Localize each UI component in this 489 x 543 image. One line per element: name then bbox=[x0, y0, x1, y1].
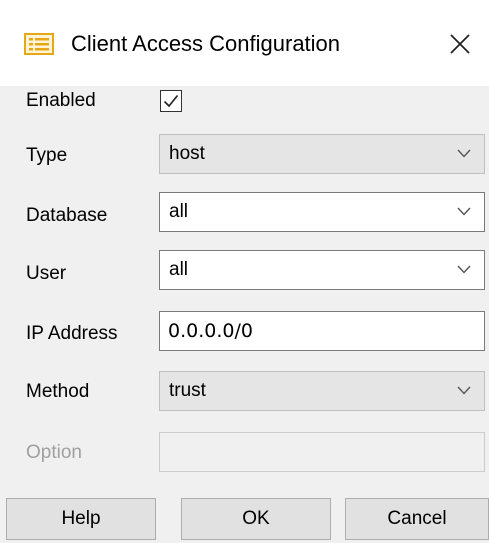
enabled-label: Enabled bbox=[26, 90, 96, 111]
cancel-button[interactable]: Cancel bbox=[345, 498, 489, 540]
chevron-down-icon bbox=[457, 149, 471, 158]
database-combobox[interactable]: all bbox=[159, 192, 485, 232]
database-label: Database bbox=[26, 205, 108, 226]
title-bar: Client Access Configuration bbox=[0, 0, 489, 86]
checkmark-icon bbox=[163, 94, 179, 108]
enabled-checkbox[interactable] bbox=[160, 90, 182, 112]
ip-address-label: IP Address bbox=[26, 323, 118, 344]
help-button[interactable]: Help bbox=[6, 498, 156, 540]
type-select[interactable]: host bbox=[159, 134, 485, 174]
method-value: trust bbox=[169, 380, 206, 401]
close-button[interactable] bbox=[440, 26, 480, 62]
close-icon bbox=[450, 34, 470, 54]
type-label: Type bbox=[26, 145, 68, 166]
ip-address-input[interactable]: 0.0.0.0/0 bbox=[159, 311, 485, 351]
list-document-icon bbox=[24, 33, 54, 55]
type-value: host bbox=[169, 143, 205, 164]
ip-address-value: 0.0.0.0/0 bbox=[168, 320, 253, 342]
user-value: all bbox=[169, 259, 189, 280]
chevron-down-icon bbox=[457, 207, 471, 216]
database-value: all bbox=[169, 201, 189, 222]
method-label: Method bbox=[26, 381, 90, 402]
dialog-title: Client Access Configuration bbox=[71, 31, 341, 56]
chevron-down-icon bbox=[457, 386, 471, 395]
user-combobox[interactable]: all bbox=[159, 250, 485, 290]
option-label: Option bbox=[26, 442, 82, 463]
option-input bbox=[159, 432, 485, 472]
client-access-dialog: Client Access Configuration Enabled Type… bbox=[0, 0, 489, 543]
method-select[interactable]: trust bbox=[159, 371, 485, 411]
ok-button[interactable]: OK bbox=[181, 498, 331, 540]
chevron-down-icon bbox=[457, 265, 471, 274]
user-label: User bbox=[26, 263, 67, 284]
